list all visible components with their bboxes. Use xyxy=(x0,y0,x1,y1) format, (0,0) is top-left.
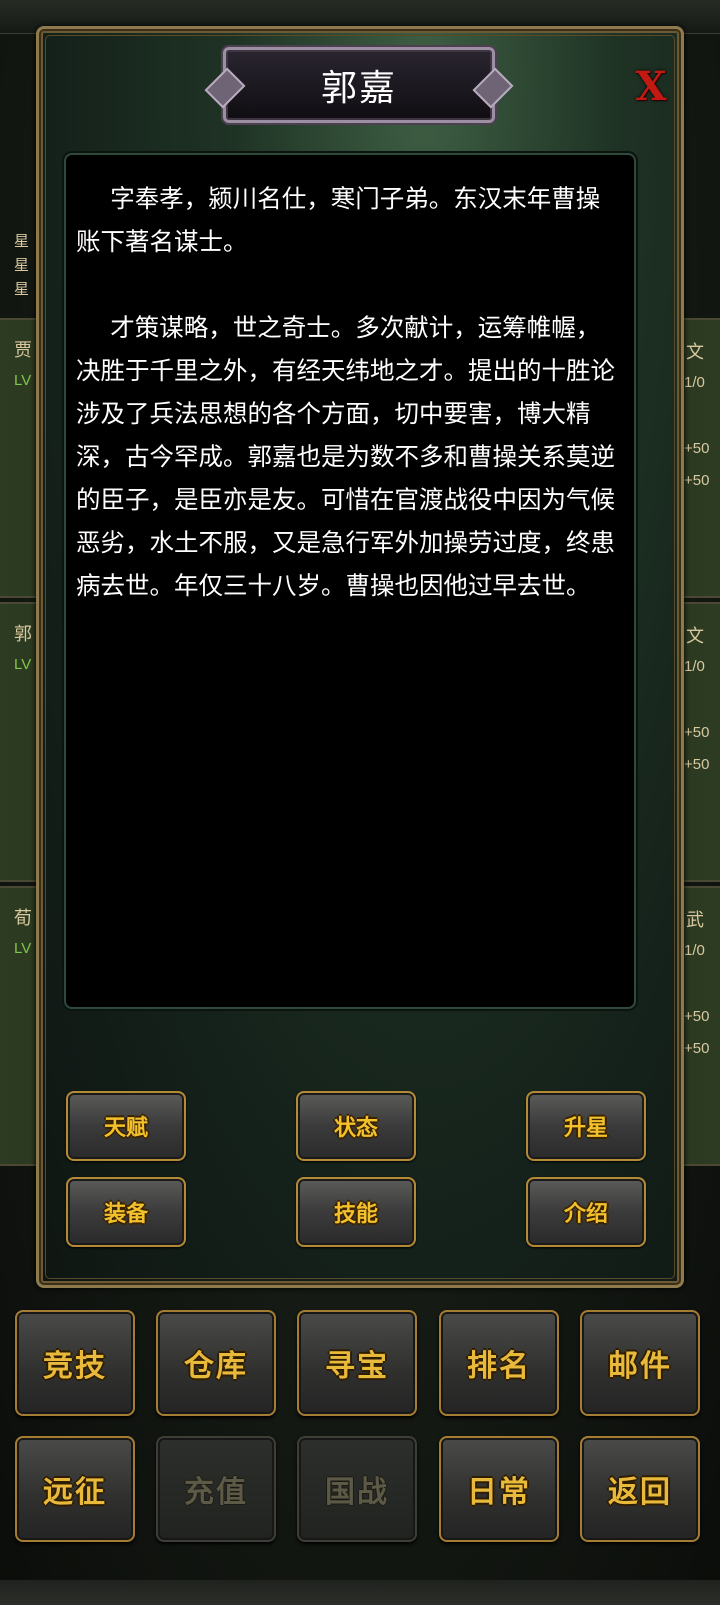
background-row-type: 文 xyxy=(686,626,704,646)
menu-ranking-button[interactable]: 排名 xyxy=(439,1310,559,1416)
menu-back-button[interactable]: 返回 xyxy=(580,1436,700,1542)
menu-arena-button[interactable]: 竞技 xyxy=(15,1310,135,1416)
background-row-name: 贾 xyxy=(14,340,32,360)
background-star-label: 星 xyxy=(14,257,30,274)
background-row-lv: LV xyxy=(14,372,32,389)
background-row-level: 1/0 xyxy=(684,942,705,959)
background-star-label: 星 xyxy=(14,281,30,298)
talent-button[interactable]: 天赋 xyxy=(66,1091,186,1161)
background-row-bonus: +50 xyxy=(684,1040,710,1057)
bottom-strip xyxy=(0,1580,720,1605)
star-up-button[interactable]: 升星 xyxy=(526,1091,646,1161)
menu-warehouse-button[interactable]: 仓库 xyxy=(156,1310,276,1416)
close-icon: X xyxy=(635,62,667,110)
background-star-label: 星 xyxy=(14,233,30,250)
background-row-bonus: +50 xyxy=(684,756,710,773)
menu-treasure-button[interactable]: 寻宝 xyxy=(297,1310,417,1416)
hero-intro-dialog: 郭嘉 X 字奉孝，颍川名仕，寒门子弟。东汉末年曹操账下著名谋士。 才策谋略，世之… xyxy=(36,26,684,1288)
menu-recharge-button[interactable]: 充值 xyxy=(156,1436,276,1542)
menu-expedition-button[interactable]: 远征 xyxy=(15,1436,135,1542)
background-row-bonus: +50 xyxy=(684,724,710,741)
background-row-type: 文 xyxy=(686,342,704,362)
title-plate: 郭嘉 xyxy=(223,47,495,123)
menu-mail-button[interactable]: 邮件 xyxy=(580,1310,700,1416)
background-row-level: 1/0 xyxy=(684,374,705,391)
background-row-bonus: +50 xyxy=(684,440,710,457)
equipment-button[interactable]: 装备 xyxy=(66,1177,186,1247)
intro-button[interactable]: 介绍 xyxy=(526,1177,646,1247)
description-paragraph: 字奉孝，颍川名仕，寒门子弟。东汉末年曹操账下著名谋士。 xyxy=(76,184,601,256)
skill-button[interactable]: 技能 xyxy=(296,1177,416,1247)
background-row-lv: LV xyxy=(14,940,32,957)
menu-nation-war-button[interactable]: 国战 xyxy=(297,1436,417,1542)
background-row-bonus: +50 xyxy=(684,472,710,489)
background-row-level: 1/0 xyxy=(684,658,705,675)
background-row-lv: LV xyxy=(14,656,32,673)
menu-daily-button[interactable]: 日常 xyxy=(439,1436,559,1542)
background-row-name: 荀 xyxy=(14,908,32,928)
background-row-type: 武 xyxy=(686,910,704,930)
close-button[interactable]: X xyxy=(631,62,671,110)
background-row-bonus: +50 xyxy=(684,1008,710,1025)
description-paragraph: 才策谋略，世之奇士。多次献计，运筹帷幄，决胜于千里之外，有经天纬地之才。提出的十… xyxy=(76,313,615,600)
hero-name-title: 郭嘉 xyxy=(320,68,397,109)
status-button[interactable]: 状态 xyxy=(296,1091,416,1161)
hero-description-panel: 字奉孝，颍川名仕，寒门子弟。东汉末年曹操账下著名谋士。 才策谋略，世之奇士。多次… xyxy=(64,153,636,1009)
background-row-name: 郭 xyxy=(14,624,32,644)
